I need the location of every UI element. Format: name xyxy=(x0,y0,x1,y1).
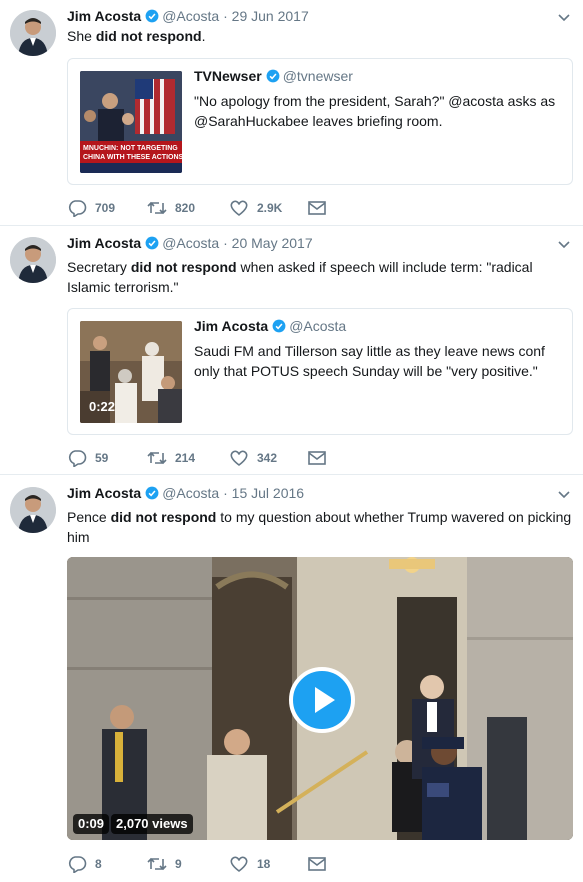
reply-button[interactable]: 8 xyxy=(67,854,102,874)
tweet-text: She did not respond. xyxy=(67,28,206,44)
separator-dot: · xyxy=(223,235,228,251)
author-name[interactable]: Jim Acosta xyxy=(67,485,141,501)
author-handle[interactable]: @Acosta xyxy=(162,235,219,251)
tweet-actions: 709 820 2.9K xyxy=(67,198,367,218)
avatar[interactable] xyxy=(10,237,56,283)
video-view-count: 2,070 views xyxy=(111,814,193,834)
direct-message-button[interactable] xyxy=(307,198,335,218)
like-button[interactable]: 342 xyxy=(229,448,277,468)
quoted-tweet-header: TVNewser @tvnewser xyxy=(194,67,353,85)
author-handle[interactable]: @Acosta xyxy=(162,485,219,501)
quoted-author-handle[interactable]: @Acosta xyxy=(289,318,346,334)
author-name[interactable]: Jim Acosta xyxy=(67,8,141,24)
retweet-button[interactable]: 820 xyxy=(147,198,195,218)
reply-count: 8 xyxy=(95,857,102,871)
video-player[interactable]: 0:09 2,070 views xyxy=(67,557,573,840)
message-icon xyxy=(308,857,326,871)
like-icon xyxy=(230,200,248,216)
quoted-author-handle[interactable]: @tvnewser xyxy=(283,68,353,84)
author-handle[interactable]: @Acosta xyxy=(162,8,219,24)
retweet-count: 9 xyxy=(175,857,182,871)
quoted-author-name[interactable]: Jim Acosta xyxy=(194,318,268,334)
reply-icon xyxy=(68,200,87,217)
retweet-button[interactable]: 214 xyxy=(147,448,195,468)
quoted-tweet-video-thumbnail[interactable]: 0:22 xyxy=(80,321,182,423)
like-icon xyxy=(230,450,248,466)
retweet-icon xyxy=(147,857,167,871)
tweet-header: Jim Acosta @Acosta · 15 Jul 2016 xyxy=(67,484,304,502)
reply-icon xyxy=(68,856,87,873)
video-duration: 0:22 xyxy=(89,399,116,414)
retweet-count: 820 xyxy=(175,201,196,215)
reply-button[interactable]: 709 xyxy=(67,198,115,218)
like-count: 342 xyxy=(257,451,278,465)
play-button[interactable] xyxy=(289,667,355,733)
like-icon xyxy=(230,856,248,872)
tweet-text: Pence did not respond to my question abo… xyxy=(67,509,572,545)
tweet-date[interactable]: 29 Jun 2017 xyxy=(232,8,309,24)
quoted-tweet-thumbnail[interactable]: MNUCHIN: NOT TARGETING CHINA WITH THESE … xyxy=(80,71,182,173)
retweet-icon xyxy=(147,201,167,215)
tweet[interactable]: Jim Acosta @Acosta · 20 May 2017 Secretar… xyxy=(0,227,583,475)
chevron-down-icon[interactable] xyxy=(557,487,571,501)
tweet-actions: 59 214 342 xyxy=(67,448,367,468)
message-icon xyxy=(308,451,326,465)
reply-count: 709 xyxy=(95,201,116,215)
tweet-text: Secretary did not respond when asked if … xyxy=(67,259,533,295)
verified-icon xyxy=(145,236,159,250)
thumbnail-caption-line1: MNUCHIN: NOT TARGETING xyxy=(83,145,178,152)
like-button[interactable]: 2.9K xyxy=(229,198,282,218)
verified-icon xyxy=(145,486,159,500)
avatar[interactable] xyxy=(10,487,56,533)
direct-message-button[interactable] xyxy=(307,854,335,874)
tweet-date[interactable]: 20 May 2017 xyxy=(232,235,313,251)
retweet-button[interactable]: 9 xyxy=(147,854,182,874)
play-icon xyxy=(315,687,335,713)
separator-dot: · xyxy=(223,485,228,501)
tweet[interactable]: Jim Acosta @Acosta · 29 Jun 2017 She did … xyxy=(0,0,583,226)
retweet-icon xyxy=(147,451,167,465)
chevron-down-icon[interactable] xyxy=(557,237,571,251)
verified-icon xyxy=(145,9,159,23)
reply-button[interactable]: 59 xyxy=(67,448,108,468)
direct-message-button[interactable] xyxy=(307,448,335,468)
like-count: 2.9K xyxy=(257,201,283,215)
like-count: 18 xyxy=(257,857,271,871)
chevron-down-icon[interactable] xyxy=(557,10,571,24)
verified-icon xyxy=(266,69,280,83)
video-duration: 0:09 xyxy=(73,814,110,834)
verified-icon xyxy=(272,319,286,333)
reply-icon xyxy=(68,450,87,467)
tweet-date[interactable]: 15 Jul 2016 xyxy=(232,485,304,501)
quoted-tweet[interactable]: 0:22 Jim Acosta @Acosta Saudi FM and Till… xyxy=(67,308,573,435)
quoted-tweet-header: Jim Acosta @Acosta xyxy=(194,317,346,335)
tweet[interactable]: Jim Acosta @Acosta · 15 Jul 2016 Pence di… xyxy=(0,477,583,882)
retweet-count: 214 xyxy=(175,451,196,465)
avatar[interactable] xyxy=(10,10,56,56)
separator-dot: · xyxy=(223,8,228,24)
reply-count: 59 xyxy=(95,451,109,465)
author-name[interactable]: Jim Acosta xyxy=(67,235,141,251)
quoted-author-name[interactable]: TVNewser xyxy=(194,68,262,84)
tweet-header: Jim Acosta @Acosta · 20 May 2017 xyxy=(67,234,313,252)
quoted-tweet[interactable]: MNUCHIN: NOT TARGETING CHINA WITH THESE … xyxy=(67,58,573,185)
quoted-tweet-text: Saudi FM and Tillerson say little as the… xyxy=(194,343,545,379)
quoted-tweet-text: "No apology from the president, Sarah?" … xyxy=(194,93,556,129)
thumbnail-caption-line2: CHINA WITH THESE ACTIONS xyxy=(83,154,182,161)
message-icon xyxy=(308,201,326,215)
tweet-header: Jim Acosta @Acosta · 29 Jun 2017 xyxy=(67,7,309,25)
like-button[interactable]: 18 xyxy=(229,854,270,874)
tweet-actions: 8 9 18 xyxy=(67,854,367,874)
